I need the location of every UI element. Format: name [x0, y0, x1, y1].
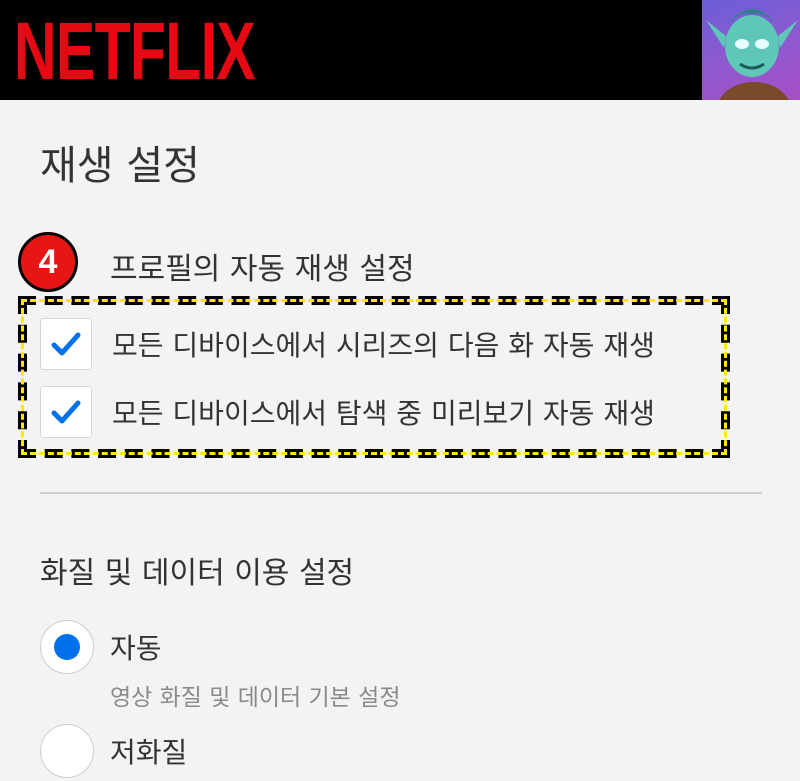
profile-avatar-icon[interactable]: [702, 0, 800, 100]
quality-auto-description: 영상 화질 및 데이터 기본 설정: [110, 685, 401, 711]
quality-auto-label: 자동: [110, 632, 162, 665]
quality-auto-radio[interactable]: [40, 620, 94, 674]
autoplay-next-episode-label: 모든 디바이스에서 시리즈의 다음 화 자동 재생: [112, 329, 655, 362]
page-title: 재생 설정: [40, 143, 200, 189]
quality-low-radio[interactable]: [40, 724, 94, 778]
step-number-badge: 4: [18, 232, 78, 292]
autoplay-next-episode-checkbox[interactable]: [40, 318, 92, 370]
quality-low-label: 저화질: [110, 736, 188, 769]
quality-option-auto[interactable]: 자동: [40, 620, 162, 674]
netflix-logo[interactable]: NETFLIX: [14, 11, 256, 93]
autoplay-previews-option[interactable]: 모든 디바이스에서 탐색 중 미리보기 자동 재생: [40, 386, 655, 438]
top-header: NETFLIX: [0, 0, 800, 100]
radio-selected-dot: [54, 634, 80, 660]
autoplay-settings-heading: 프로필의 자동 재생 설정: [110, 252, 415, 287]
quality-option-low[interactable]: 저화질: [40, 724, 187, 778]
checkmark-icon: [51, 400, 81, 424]
autoplay-previews-checkbox[interactable]: [40, 386, 92, 438]
autoplay-next-episode-option[interactable]: 모든 디바이스에서 시리즈의 다음 화 자동 재생: [40, 318, 655, 370]
autoplay-previews-label: 모든 디바이스에서 탐색 중 미리보기 자동 재생: [112, 397, 655, 430]
section-divider: [40, 492, 762, 494]
checkmark-icon: [51, 332, 81, 356]
logo-text: NETFLIX: [14, 6, 256, 97]
data-usage-heading: 화질 및 데이터 이용 설정: [40, 556, 355, 591]
